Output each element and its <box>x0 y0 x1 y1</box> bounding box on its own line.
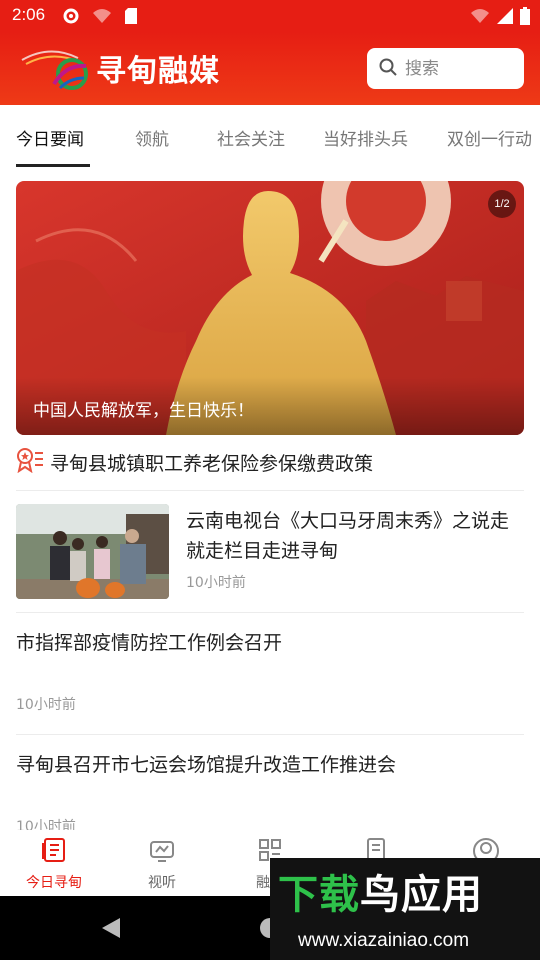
news-title: 市指挥部疫情防控工作例会召开 <box>16 632 283 654</box>
wifi-icon <box>470 7 490 29</box>
watermark: 下载鸟应用 www.xiazainiao.com <box>270 858 540 960</box>
tab-social[interactable]: 社会关注 <box>217 125 285 150</box>
app-brand-title: 寻甸融媒 <box>96 54 220 89</box>
topic-title: 寻甸县城镇职工养老保险参保缴费政策 <box>50 452 374 475</box>
news-title: 云南电视台《大口马牙周末秀》之说走就走栏目走进寻甸 <box>186 510 510 562</box>
back-icon[interactable] <box>100 916 122 944</box>
search-box[interactable] <box>367 48 524 89</box>
hero-caption: 中国人民解放军，生日快乐！ <box>33 401 254 421</box>
nav-audio-video[interactable]: 视听 <box>117 836 207 892</box>
category-tabs: 今日要闻 领航 社会关注 当好排头兵 双创一行动 <box>0 105 540 169</box>
status-time: 2:06 <box>12 5 46 24</box>
watermark-main: 下载鸟应用 <box>278 872 483 918</box>
active-tab-indicator <box>16 164 90 167</box>
app-logo <box>20 44 92 92</box>
nav-label: 今日寻甸 <box>26 875 82 891</box>
wifi-off-icon <box>92 7 112 29</box>
tab-pioneer[interactable]: 当好排头兵 <box>323 125 408 150</box>
news-title: 寻甸县召开市七运会场馆提升改造工作推进会 <box>16 754 397 776</box>
divider <box>16 612 524 613</box>
tv-icon <box>148 841 176 868</box>
tab-innovation[interactable]: 双创一行动 <box>447 125 532 150</box>
news-thumbnail <box>16 504 169 599</box>
news-time: 10小时前 <box>186 575 246 591</box>
news-icon <box>40 838 68 868</box>
tab-today-news[interactable]: 今日要闻 <box>16 125 84 150</box>
search-icon <box>379 58 397 80</box>
news-time: 10小时前 <box>16 697 76 713</box>
signal-icon <box>496 7 514 29</box>
watermark-url: www.xiazainiao.com <box>298 930 470 951</box>
tab-lead[interactable]: 领航 <box>135 125 169 150</box>
sd-card-icon <box>124 7 138 29</box>
battery-icon <box>520 7 530 29</box>
gear-icon <box>62 7 80 29</box>
hero-caption-overlay: 中国人民解放军，生日快乐！ <box>16 377 524 435</box>
divider <box>16 490 524 491</box>
app-header: 寻甸融媒 <box>0 32 540 105</box>
nav-today-xundian[interactable]: 今日寻甸 <box>9 836 99 892</box>
hero-carousel[interactable]: 1/2 中国人民解放军，生日快乐！ <box>16 181 524 435</box>
divider <box>16 734 524 735</box>
status-bar: 2:06 <box>0 0 540 32</box>
nav-label: 视听 <box>148 875 176 891</box>
search-input[interactable] <box>405 58 505 79</box>
topic-list-icon <box>16 447 44 478</box>
topic-item[interactable]: 寻甸县城镇职工养老保险参保缴费政策 <box>16 446 373 478</box>
carousel-counter: 1/2 <box>488 190 516 218</box>
